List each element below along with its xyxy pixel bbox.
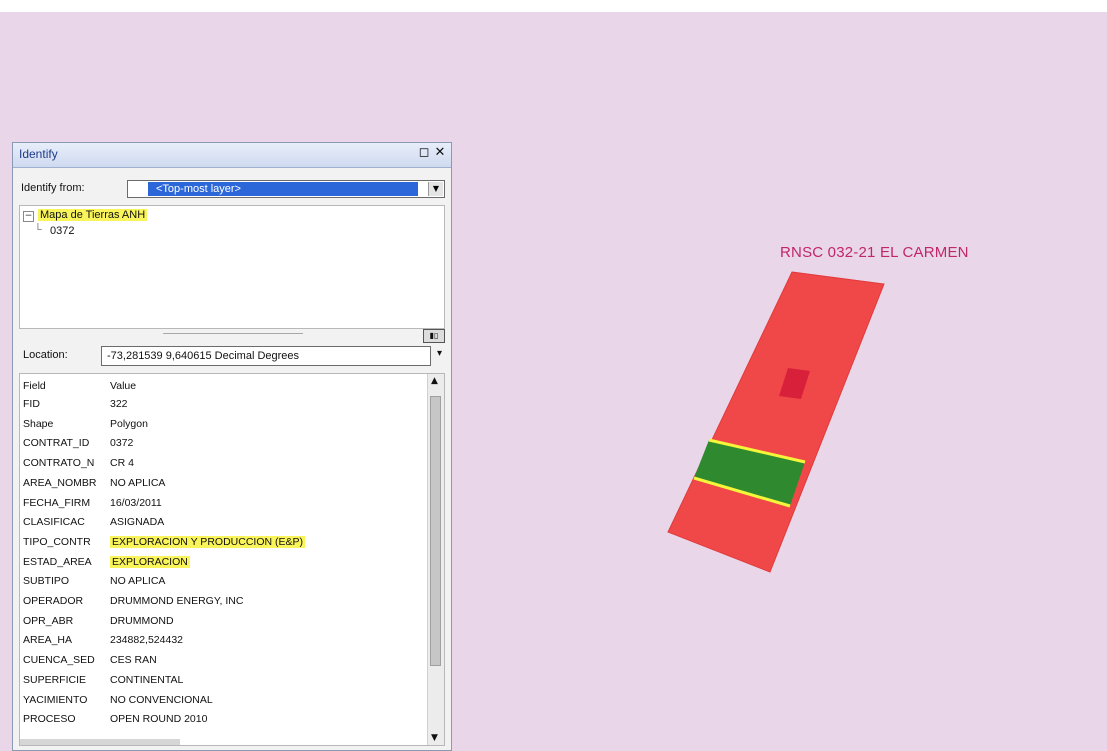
identify-from-select[interactable]: <Top-most layer> ▼ — [127, 180, 445, 198]
scroll-thumb[interactable] — [430, 396, 441, 666]
cell-value: DRUMMOND — [110, 614, 174, 627]
identify-window: Identify ◻ ✕ Identify from: <Top-most la… — [12, 142, 452, 751]
identify-from-label: Identify from: — [21, 182, 85, 194]
panel-layout-icon[interactable]: ▮▯ — [423, 329, 445, 343]
table-row[interactable]: AREA_NOMBR NO APLICA — [20, 477, 420, 493]
cell-field: TIPO_CONTR — [23, 535, 91, 548]
cell-field: YACIMIENTO — [23, 693, 88, 706]
cell-value: 16/03/2011 — [110, 496, 162, 509]
table-row[interactable]: TIPO_CONTR EXPLORACION Y PRODUCCION (E&P) — [20, 535, 420, 552]
cell-value: EXPLORACION — [110, 555, 190, 568]
scroll-down-icon[interactable]: ▼ — [431, 733, 438, 743]
table-row[interactable]: SUBTIPO NO APLICA — [20, 575, 420, 591]
cell-field: AREA_NOMBR — [23, 476, 97, 489]
cell-value: NO APLICA — [110, 575, 166, 588]
cell-value: OPEN ROUND 2010 — [110, 713, 208, 726]
table-row[interactable]: SUPERFICIE CONTINENTAL — [20, 674, 420, 690]
cell-value: DRUMMOND ENERGY, INC — [110, 595, 244, 607]
table-row[interactable]: ESTAD_AREA EXPLORACION — [20, 555, 420, 572]
cell-field: OPR_ABR — [23, 614, 74, 627]
cell-value: 234882,524432 — [110, 634, 183, 647]
collapse-icon[interactable]: − — [23, 211, 34, 222]
cell-field: AREA_HA — [23, 634, 73, 647]
identify-from-value: <Top-most layer> — [148, 182, 418, 196]
panel-splitter[interactable] — [163, 333, 303, 334]
cell-field: Shape — [23, 417, 54, 430]
location-menu-icon[interactable]: ▾ — [437, 348, 442, 359]
location-field[interactable]: -73,281539 9,640615 Decimal Degrees — [101, 346, 431, 366]
restore-icon[interactable]: ◻ — [417, 146, 431, 160]
cell-value: NO CONVENCIONAL — [110, 693, 213, 706]
table-row[interactable]: OPERADOR DRUMMOND ENERGY, INC — [20, 595, 420, 611]
cell-field: ESTAD_AREA — [23, 555, 92, 568]
table-row[interactable]: AREA_HA 234882,524432 — [20, 634, 420, 650]
cell-value: 322 — [110, 398, 128, 410]
table-row[interactable]: PROCESO OPEN ROUND 2010 — [20, 713, 420, 729]
table-row[interactable]: CONTRAT_ID 0372 — [20, 437, 420, 453]
cell-field: CONTRAT_ID — [23, 437, 90, 450]
cell-field: PROCESO — [23, 713, 76, 726]
tree-connector-icon: └ — [34, 224, 42, 236]
cell-value: CR 4 — [110, 457, 134, 470]
cell-field: FECHA_FIRM — [23, 496, 91, 509]
scroll-up-icon[interactable]: ▲ — [431, 376, 438, 386]
cell-field: CLASIFICAC — [23, 516, 85, 529]
cell-value: CONTINENTAL — [110, 673, 184, 686]
cell-field: CONTRATO_N — [23, 457, 95, 470]
table-row[interactable]: CLASIFICAC ASIGNADA — [20, 516, 420, 532]
cell-value: CES RAN — [110, 654, 157, 667]
table-row[interactable]: CUENCA_SED CES RAN — [20, 654, 420, 670]
layer-name: Mapa de Tierras ANH — [38, 209, 148, 221]
identify-tree: − Mapa de Tierras ANH └ 0372 — [19, 205, 445, 329]
cell-field: FID — [23, 398, 40, 410]
cell-field: CUENCA_SED — [23, 654, 95, 667]
cell-value: NO APLICA — [110, 476, 166, 489]
table-row[interactable]: FECHA_FIRM 16/03/2011 — [20, 497, 420, 513]
table-header: Field Value — [20, 380, 420, 396]
cell-field: OPERADOR — [23, 595, 84, 607]
contract-block-polygon[interactable] — [667, 271, 885, 573]
cell-value: ASIGNADA — [110, 516, 165, 529]
cell-value: 0372 — [110, 437, 134, 450]
cell-value: Polygon — [110, 417, 148, 430]
cell-value: EXPLORACION Y PRODUCCION (E&P) — [110, 535, 305, 548]
tree-layer-node[interactable]: Mapa de Tierras ANH — [38, 209, 148, 221]
identify-titlebar[interactable]: Identify ◻ ✕ — [13, 143, 451, 168]
header-field: Field — [23, 380, 46, 392]
header-value: Value — [110, 380, 137, 392]
table-row[interactable]: OPR_ABR DRUMMOND — [20, 615, 420, 631]
close-icon[interactable]: ✕ — [433, 146, 447, 160]
map-feature-label: RNSC 032-21 EL CARMEN — [780, 244, 969, 261]
cell-field: SUPERFICIE — [23, 673, 87, 686]
window-title: Identify — [19, 147, 58, 161]
horizontal-scrollbar[interactable] — [20, 739, 180, 745]
vertical-scrollbar[interactable]: ▲ ▼ — [427, 374, 444, 745]
cell-field: SUBTIPO — [23, 575, 70, 588]
table-row[interactable]: CONTRATO_N CR 4 — [20, 457, 420, 473]
tree-feature-node[interactable]: 0372 — [50, 225, 74, 237]
attribute-table: Field Value FID 322 Shape Polygon CONTRAT_ID… — [19, 373, 445, 746]
table-row[interactable]: FID 322 — [20, 398, 420, 414]
table-row[interactable]: YACIMIENTO NO CONVENCIONAL — [20, 694, 420, 710]
location-label: Location: — [23, 349, 68, 361]
table-row[interactable]: Shape Polygon — [20, 418, 420, 434]
chevron-down-icon[interactable]: ▼ — [428, 182, 443, 196]
